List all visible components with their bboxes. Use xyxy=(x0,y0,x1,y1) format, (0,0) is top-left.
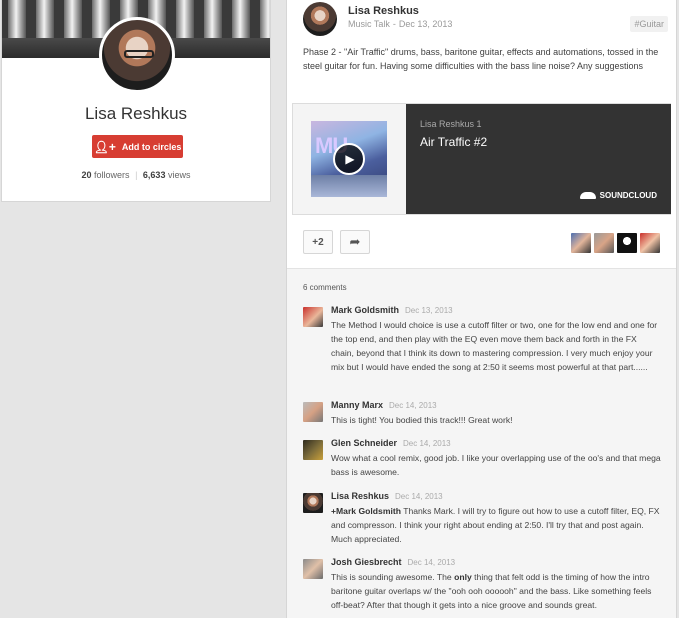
commenter-avatar[interactable] xyxy=(303,307,323,327)
comment-date[interactable]: Dec 14, 2013 xyxy=(408,558,456,567)
profile-card: Lisa Reshkus 👤︎+ Add to circles 20 follo… xyxy=(1,0,271,202)
comment-date[interactable]: Dec 13, 2013 xyxy=(405,306,453,315)
pluser-avatar[interactable] xyxy=(640,233,660,253)
comment-text: This is sounding awesome. The only thing… xyxy=(331,570,661,612)
profile-name[interactable]: Lisa Reshkus xyxy=(2,104,270,124)
profile-avatar[interactable] xyxy=(99,17,175,93)
comment-text: +Mark Goldsmith Thanks Mark. I will try … xyxy=(331,504,661,546)
hashtag-chip[interactable]: #Guitar xyxy=(630,16,668,32)
commenter-avatar[interactable] xyxy=(303,440,323,460)
comment-text: The Method I would choice is use a cutof… xyxy=(331,320,658,372)
commenter-name[interactable]: Lisa Reshkus xyxy=(331,491,389,501)
comment-text: This is tight! You bodied this track!!! … xyxy=(331,415,513,425)
pluser-avatar[interactable] xyxy=(571,233,591,253)
plus-one-button[interactable]: +2 xyxy=(303,230,333,254)
profile-stats: 20 followers | 6,633 views xyxy=(81,170,191,180)
post-author[interactable]: Lisa Reshkus xyxy=(348,5,419,17)
commenter-avatar[interactable] xyxy=(303,493,323,513)
commenter-name[interactable]: Josh Giesbrecht xyxy=(331,557,402,567)
play-icon[interactable]: ▶ xyxy=(333,143,365,175)
comments-section: 6 comments Mark Goldsmith Dec 13, 2013 Th… xyxy=(287,268,676,618)
commenter-avatar[interactable] xyxy=(303,402,323,422)
comment-text: Wow what a cool remix, good job. I like … xyxy=(331,453,661,477)
pluser-avatar[interactable] xyxy=(594,233,614,253)
comment-date[interactable]: Dec 14, 2013 xyxy=(403,439,451,448)
plusers-avatars xyxy=(571,233,660,253)
track-thumbnail[interactable]: MU ▶ xyxy=(311,121,387,197)
track-title[interactable]: Air Traffic #2 xyxy=(420,135,487,149)
author-avatar[interactable] xyxy=(303,2,337,36)
followers-label: followers xyxy=(94,170,130,180)
views-count: 6,633 xyxy=(142,170,166,180)
commenter-name[interactable]: Mark Goldsmith xyxy=(331,305,399,315)
post-text: Phase 2 - "Air Traffic" drums, bass, bar… xyxy=(303,47,659,71)
add-to-circles-label: Add to circles xyxy=(121,141,182,152)
commenter-avatar[interactable] xyxy=(303,559,323,579)
comment-count[interactable]: 6 comments xyxy=(303,283,347,292)
post-date[interactable]: Dec 13, 2013 xyxy=(399,19,453,29)
add-to-circles-button[interactable]: 👤︎+ Add to circles xyxy=(92,135,183,158)
share-icon: ➦ xyxy=(349,234,361,249)
track-user[interactable]: Lisa Reshkus 1 xyxy=(420,119,482,129)
soundcloud-logo[interactable]: SOUNDCLOUD xyxy=(579,191,657,200)
community-link[interactable]: Music Talk xyxy=(348,19,390,29)
pluser-avatar[interactable] xyxy=(617,233,637,253)
add-person-icon: 👤︎+ xyxy=(93,139,116,154)
share-button[interactable]: ➦ xyxy=(340,230,370,254)
post-card: Lisa Reshkus Music Talk - Dec 13, 2013 #Gu… xyxy=(286,0,677,618)
soundcloud-panel: Lisa Reshkus 1 Air Traffic #2 SOUNDCLOUD xyxy=(406,104,671,214)
comment-date[interactable]: Dec 14, 2013 xyxy=(389,401,437,410)
comment-date[interactable]: Dec 14, 2013 xyxy=(395,492,443,501)
soundcloud-brand-label: SOUNDCLOUD xyxy=(599,191,657,200)
soundcloud-icon xyxy=(579,192,596,199)
views-label: views xyxy=(167,170,191,180)
followers-count: 20 xyxy=(81,170,92,180)
commenter-name[interactable]: Manny Marx xyxy=(331,400,383,410)
soundcloud-embed[interactable]: MU ▶ Lisa Reshkus 1 Air Traffic #2 SOUND… xyxy=(292,103,671,215)
post-meta: Music Talk - Dec 13, 2013 xyxy=(348,19,453,29)
mention-link[interactable]: +Mark Goldsmith xyxy=(331,506,401,516)
commenter-name[interactable]: Glen Schneider xyxy=(331,438,397,448)
comment-body: This is sounding awesome. The xyxy=(331,572,455,582)
comment-emphasis: only xyxy=(454,572,472,582)
